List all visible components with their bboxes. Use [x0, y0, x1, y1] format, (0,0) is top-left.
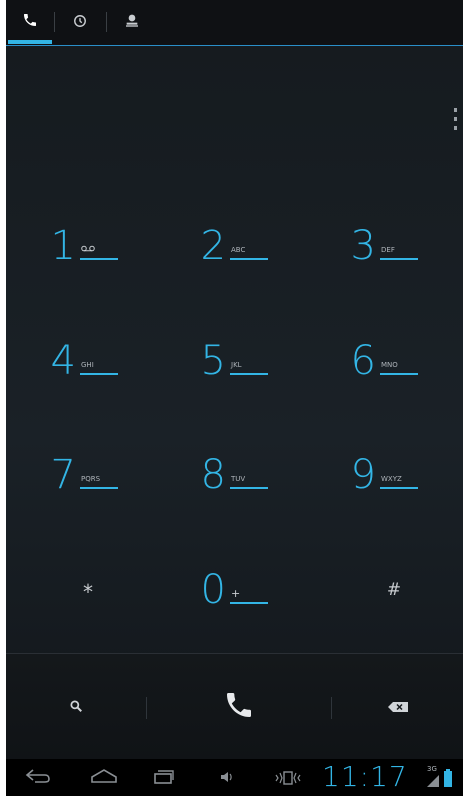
phone-icon	[22, 12, 38, 32]
key-letters: TUV	[231, 475, 246, 483]
key-digit: 6	[350, 338, 376, 384]
key-underline	[80, 373, 118, 375]
contact-icon	[124, 12, 140, 32]
key-underline	[80, 258, 118, 260]
backspace-icon	[387, 698, 409, 717]
key-letters: GHI	[81, 361, 94, 369]
signal-icon	[426, 773, 440, 792]
overflow-menu-icon[interactable]	[451, 108, 459, 130]
key-underline	[230, 373, 268, 375]
key-8[interactable]: 8 TUV	[156, 441, 306, 501]
tab-phone[interactable]	[6, 0, 54, 44]
key-digit: 0	[200, 567, 226, 613]
key-digit: 3	[350, 223, 376, 269]
recent-apps-button[interactable]	[142, 759, 186, 796]
recent-apps-icon	[153, 768, 175, 788]
key-digit: 5	[200, 338, 226, 384]
key-letters: +	[231, 587, 241, 600]
volume-icon	[220, 768, 234, 787]
battery-icon	[444, 769, 452, 791]
delete-button[interactable]	[332, 654, 463, 760]
key-underline	[380, 373, 418, 375]
back-icon	[25, 768, 51, 787]
key-digit: 9	[350, 452, 376, 498]
key-0[interactable]: 0 +	[156, 556, 306, 616]
back-button[interactable]	[16, 759, 60, 796]
key-digit: 1	[50, 223, 76, 269]
phone-icon	[223, 689, 255, 725]
key-letters: MNO	[381, 361, 398, 369]
selected-tab-indicator	[8, 40, 52, 44]
key-digit: 8	[200, 452, 226, 498]
search-icon	[69, 698, 83, 717]
volume-button[interactable]	[212, 759, 242, 796]
tab-recent[interactable]	[54, 0, 106, 44]
search-button[interactable]	[6, 654, 146, 760]
dialer-screen: 1 2 ABC 3 DEF 4 GHI 5 JKL 6 MNO 7 PQRS 8…	[6, 0, 463, 796]
key-underline	[230, 258, 268, 260]
system-bar: 11:17 3G	[6, 759, 463, 796]
clock-icon	[73, 13, 87, 32]
key-digit: 7	[50, 452, 76, 498]
key-letters: WXYZ	[381, 475, 402, 483]
key-digit: 2	[200, 223, 226, 269]
vibrate-icon	[268, 759, 308, 796]
key-symbol: *	[83, 580, 93, 604]
key-3[interactable]: 3 DEF	[306, 212, 456, 272]
voicemail-icon	[81, 237, 95, 256]
key-symbol: #	[386, 580, 402, 600]
home-icon	[90, 768, 118, 787]
key-7[interactable]: 7 PQRS	[6, 441, 156, 501]
key-underline	[380, 258, 418, 260]
key-underline	[230, 487, 268, 489]
status-clock: 11:17	[322, 760, 408, 793]
key-underline	[80, 487, 118, 489]
call-button[interactable]	[147, 654, 331, 760]
key-letters: ABC	[231, 246, 246, 254]
key-4[interactable]: 4 GHI	[6, 327, 156, 387]
key-hash[interactable]: #	[306, 556, 456, 616]
key-2[interactable]: 2 ABC	[156, 212, 306, 272]
key-digit: 4	[50, 338, 76, 384]
network-type-label: 3G	[427, 765, 437, 773]
key-letters: JKL	[231, 361, 242, 369]
key-6[interactable]: 6 MNO	[306, 327, 456, 387]
key-1[interactable]: 1	[6, 212, 156, 272]
key-underline	[230, 602, 268, 604]
key-star[interactable]: *	[6, 556, 156, 616]
key-letters: PQRS	[81, 475, 101, 483]
tab-contacts[interactable]	[106, 0, 158, 44]
key-letters: DEF	[381, 246, 395, 254]
tab-bar	[6, 0, 463, 46]
dialer-action-bar	[6, 653, 463, 760]
key-underline	[380, 487, 418, 489]
home-button[interactable]	[82, 759, 126, 796]
key-5[interactable]: 5 JKL	[156, 327, 306, 387]
key-9[interactable]: 9 WXYZ	[306, 441, 456, 501]
